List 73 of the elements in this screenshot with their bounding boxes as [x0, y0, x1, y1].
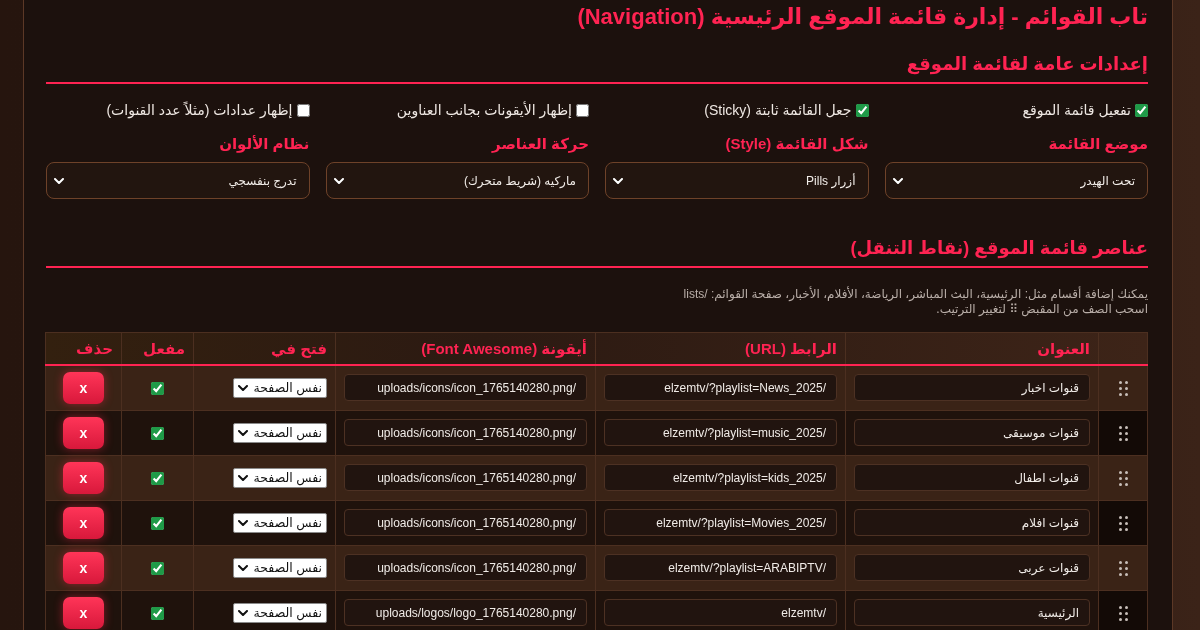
delete-button[interactable]: x	[63, 596, 104, 629]
dropdown[interactable]: نفس الصفحة	[232, 512, 327, 533]
icon-path-field[interactable]: /uploads/icons/icon_1765140280.png	[344, 554, 587, 581]
url-field[interactable]: /elzemtv/?playlist=music_2025	[604, 419, 837, 446]
caret-icon	[237, 609, 248, 616]
url-field[interactable]: /elzemtv/?playlist=Movies_2025	[604, 509, 837, 536]
title-field[interactable]: قنوات اخبار	[854, 374, 1090, 402]
delete-button[interactable]: x	[63, 551, 104, 584]
help-text: يمكنك إضافة أقسام مثل: الرئيسية، البث المباشر، الرياضة، الأفلام، الأخبار، صفحة القوائم: /lists	[682, 287, 1148, 302]
drag-handle-icon[interactable]	[1118, 381, 1128, 396]
dropdown[interactable]: نفس الصفحة	[232, 377, 327, 398]
field-label: نظام الألوان	[218, 134, 310, 155]
checkbox[interactable]	[151, 471, 164, 485]
title-field[interactable]: الرئيسية	[854, 599, 1090, 626]
field-label: حركة العناصر	[490, 134, 589, 155]
delete-button[interactable]: x	[63, 371, 104, 404]
caret-icon	[54, 177, 64, 184]
caret-icon	[892, 177, 903, 184]
checkbox[interactable]	[576, 103, 589, 117]
caret-icon	[237, 384, 248, 391]
dropdown[interactable]: نفس الصفحة	[232, 467, 327, 488]
section-heading: عناصر قائمة الموقع (نقاط التنقل)	[46, 235, 1148, 268]
delete-button[interactable]: x	[63, 506, 104, 539]
delete-button[interactable]: x	[63, 461, 104, 494]
checkbox[interactable]	[151, 426, 164, 440]
dropdown[interactable]: تحت الهيدر	[884, 162, 1148, 199]
drag-handle-icon[interactable]	[1118, 425, 1128, 441]
url-field[interactable]: /elzemtv/?playlist=kids_2025	[604, 464, 837, 491]
checkbox[interactable]	[151, 516, 164, 530]
help-text: اسحب الصف من المقبض ⠿ لتغيير الترتيب.	[935, 302, 1148, 317]
checkbox-label: جعل القائمة ثابتة (Sticky)	[704, 101, 852, 119]
drag-handle-icon[interactable]	[1118, 515, 1128, 531]
checkbox[interactable]	[151, 561, 164, 575]
caret-icon	[237, 564, 248, 571]
dropdown[interactable]: ماركيه (شريط متحرك)	[325, 162, 589, 199]
field-label: شكل القائمة (Style)	[724, 134, 869, 154]
checkbox-label: إظهار الأيقونات بجانب العناوين	[396, 101, 572, 119]
title-field[interactable]: قنوات عربى	[854, 554, 1090, 581]
caret-icon	[237, 429, 248, 436]
checkbox-label: إظهار عدادات (مثلاً عدد القنوات)	[106, 101, 293, 119]
url-field[interactable]: /elzemtv	[604, 599, 837, 626]
title-field[interactable]: قنوات موسيقى	[854, 419, 1090, 446]
title-field[interactable]: قنوات اطفال	[854, 464, 1090, 491]
section-heading: إعدادات عامة لقائمة الموقع	[46, 51, 1148, 84]
checkbox[interactable]	[296, 103, 310, 117]
checkbox-label: تفعيل قائمة الموقع	[1022, 101, 1131, 119]
caret-icon	[613, 177, 623, 184]
dropdown[interactable]: نفس الصفحة	[232, 602, 327, 623]
icon-path-field[interactable]: /uploads/icons/icon_1765140280.png	[344, 464, 587, 491]
url-field[interactable]: /elzemtv/?playlist=News_2025	[604, 374, 837, 402]
delete-button[interactable]: x	[63, 416, 104, 449]
caret-icon	[333, 177, 344, 184]
drag-handle-icon[interactable]	[1118, 470, 1128, 486]
checkbox[interactable]	[151, 382, 164, 395]
drag-handle-icon[interactable]	[1118, 560, 1128, 576]
field-label: موضع القائمة	[1047, 134, 1148, 155]
dropdown[interactable]: تدرج بنفسجي	[46, 162, 310, 199]
dropdown[interactable]: نفس الصفحة	[232, 422, 327, 443]
icon-path-field[interactable]: /uploads/logos/logo_1765140280.png	[344, 599, 587, 626]
checkbox[interactable]	[855, 103, 869, 117]
caret-icon	[237, 519, 248, 526]
title-field[interactable]: قنوات افلام	[854, 509, 1090, 536]
icon-path-field[interactable]: /uploads/icons/icon_1765140280.png	[344, 509, 587, 536]
url-field[interactable]: /elzemtv/?playlist=ARABIPTV	[604, 554, 837, 581]
page-title: تاب القوائم - إدارة قائمة الموقع الرئيسية (Navigation)	[576, 3, 1148, 32]
dropdown[interactable]: أزرار Pills	[605, 162, 869, 199]
icon-path-field[interactable]: /uploads/icons/icon_1765140280.png	[344, 419, 587, 446]
dropdown[interactable]: نفس الصفحة	[232, 557, 327, 578]
caret-icon	[237, 474, 248, 481]
checkbox[interactable]	[151, 606, 164, 620]
checkbox[interactable]	[1135, 103, 1148, 117]
icon-path-field[interactable]: /uploads/icons/icon_1765140280.png	[344, 374, 587, 402]
drag-handle-icon[interactable]	[1118, 605, 1128, 621]
